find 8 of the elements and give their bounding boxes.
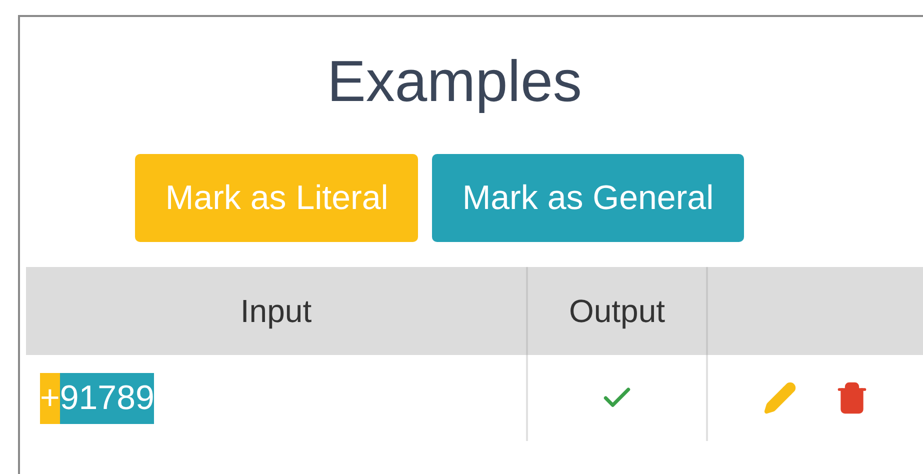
mark-button[interactable]: Mark as Literal	[135, 154, 418, 242]
general-highlight: 91789	[60, 372, 154, 424]
column-header: Input	[26, 267, 528, 355]
panel-title: Examples	[326, 48, 583, 116]
column-header: Output	[528, 267, 708, 355]
delete-icon[interactable]	[835, 381, 869, 415]
mark-button[interactable]: Mark as General	[432, 154, 744, 242]
literal-highlight: +	[40, 372, 60, 424]
